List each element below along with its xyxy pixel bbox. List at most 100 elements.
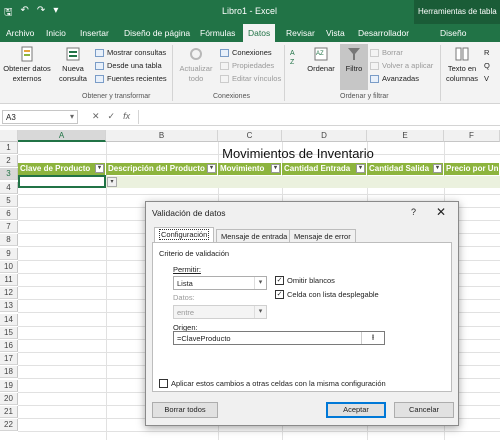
tab-diseno[interactable]: Diseño [440,28,466,38]
table-header-movimiento[interactable]: Movimiento ▾ [218,163,282,175]
row-header[interactable]: 4 [0,181,18,194]
tab-inicio[interactable]: Inicio [46,28,66,38]
clear-all-button[interactable]: Borrar todos [152,402,218,418]
allow-label: Permitir: [173,265,201,274]
enter-icon[interactable]: ✓ [108,111,116,122]
select-all-corner[interactable] [0,130,18,142]
column-header-f[interactable]: F [444,130,500,142]
new-query-button[interactable]: Nueva consulta [54,46,92,84]
tab-diseno-pagina[interactable]: Diseño de página [124,28,190,38]
column-header-c[interactable]: C [218,130,282,142]
close-icon[interactable]: ✕ [436,205,446,219]
get-external-data-button[interactable]: Obtener datos externos [2,46,52,84]
column-header-a[interactable]: A [18,130,106,142]
ignore-blank-checkbox[interactable]: ✓ Omitir blancos [275,276,335,285]
recent-sources-button[interactable]: Fuentes recientes [95,74,167,83]
active-cell-a3[interactable] [18,175,106,188]
row-header[interactable]: 14 [0,313,18,326]
save-icon[interactable]: 🖫 [4,5,13,22]
row-header[interactable]: 16 [0,340,18,352]
table-header-clave[interactable]: Clave de Producto ▾ [18,163,106,175]
table-header-cantidad-entrada[interactable]: Cantidad Entrada ▾ [282,163,367,175]
row-header[interactable]: 2 [0,155,18,168]
row-header[interactable]: 19 [0,379,18,392]
row-header[interactable]: 15 [0,326,18,339]
column-header-d[interactable]: D [282,130,367,142]
advanced-button[interactable]: Avanzadas [370,74,419,83]
table-header-precio[interactable]: Precio por Un [444,163,500,175]
show-queries-button[interactable]: Mostrar consultas [95,48,166,57]
row-header[interactable]: 11 [0,274,18,286]
row-header[interactable]: 10 [0,260,18,273]
connections-button[interactable]: Conexiones [220,48,272,57]
customize-icon[interactable]: ▾ [53,5,58,22]
row-header[interactable]: 3 [0,168,18,181]
filter-button[interactable]: Filtro [340,44,368,90]
clear-filter-button[interactable]: Borrar [370,48,403,57]
tab-desarrollador[interactable]: Desarrollador [358,28,409,38]
source-input[interactable]: =ClaveProducto [173,331,385,345]
ribbon-extra-v[interactable]: V [484,74,489,83]
sort-az-button[interactable]: AZ [288,46,302,73]
row-header[interactable]: 22 [0,419,18,432]
fx-icon[interactable]: fx [123,111,130,122]
tab-formulas[interactable]: Fórmulas [200,28,235,38]
ribbon-extra-q[interactable]: Q [484,61,490,70]
column-header-b[interactable]: B [106,130,218,142]
row-header[interactable]: 9 [0,247,18,260]
refresh-all-button[interactable]: Actualizar todo [174,46,218,84]
text-to-columns-button[interactable]: Texto en columnas [442,46,482,84]
properties-button[interactable]: Propiedades [220,61,274,70]
reapply-button[interactable]: Volver a aplicar [370,61,433,70]
cell-dropdown-icon[interactable]: ▾ [107,177,117,187]
ribbon-extra-r[interactable]: R [484,48,489,57]
ok-button[interactable]: Aceptar [326,402,386,418]
sort-button[interactable]: AZ Ordenar [304,46,338,74]
row-header[interactable]: 7 [0,221,18,234]
svg-text:Z: Z [290,59,295,66]
tab-vista[interactable]: Vista [326,28,345,38]
row-header[interactable]: 12 [0,287,18,300]
table-header-cantidad-salida[interactable]: Cantidad Salida ▾ [367,163,444,175]
allow-select[interactable]: Lista ▾ [173,276,267,290]
column-header-e[interactable]: E [367,130,444,142]
name-box[interactable]: A3 [2,110,78,124]
row-header[interactable]: 6 [0,208,18,220]
filter-dropdown-icon[interactable]: ▾ [95,164,104,173]
formula-input[interactable] [138,110,498,124]
data-select[interactable]: entre ▾ [173,305,267,319]
row-header[interactable]: 13 [0,300,18,313]
row-header[interactable]: 21 [0,406,18,418]
apply-all-checkbox[interactable]: Aplicar estos cambios a otras celdas con… [159,379,386,388]
in-cell-dropdown-checkbox[interactable]: ✓ Celda con lista desplegable [275,290,379,299]
row-header[interactable]: 20 [0,392,18,405]
row-header[interactable]: 5 [0,194,18,207]
tab-datos[interactable]: Datos [243,24,276,42]
filter-dropdown-icon[interactable]: ▾ [271,164,280,173]
filter-dropdown-icon[interactable]: ▾ [356,164,365,173]
tab-configuracion[interactable]: Configuración [154,227,215,243]
collapse-range-icon[interactable]: ⭱ [361,332,384,344]
filter-dropdown-icon[interactable]: ▾ [433,164,442,173]
cancel-icon[interactable]: ✕ [92,111,100,122]
row-header[interactable]: 1 [0,142,18,154]
edit-links-button[interactable]: Editar vínculos [220,74,281,83]
filter-dropdown-icon[interactable]: ▾ [207,164,216,173]
from-table-button[interactable]: Desde una tabla [95,61,162,70]
undo-icon[interactable]: ↶ [21,5,29,22]
tab-mensaje-entrada[interactable]: Mensaje de entrada [216,229,293,242]
row-header[interactable]: 8 [0,234,18,247]
cancel-button[interactable]: Cancelar [394,402,454,418]
tab-insertar[interactable]: Insertar [80,28,109,38]
advanced-icon [370,74,379,83]
row-header[interactable]: 18 [0,366,18,379]
tab-revisar[interactable]: Revisar [286,28,315,38]
tab-mensaje-error[interactable]: Mensaje de error [289,229,356,242]
table-header-descripcion[interactable]: Descripción del Producto ▾ [106,163,218,175]
row-header[interactable]: 17 [0,353,18,366]
chevron-down-icon: ▾ [254,306,266,318]
redo-icon[interactable]: ↷ [37,5,45,22]
settings-panel: Criterio de validación Permitir: Lista ▾ … [152,242,452,392]
tab-archivo[interactable]: Archivo [6,28,34,38]
help-icon[interactable]: ? [411,207,416,217]
